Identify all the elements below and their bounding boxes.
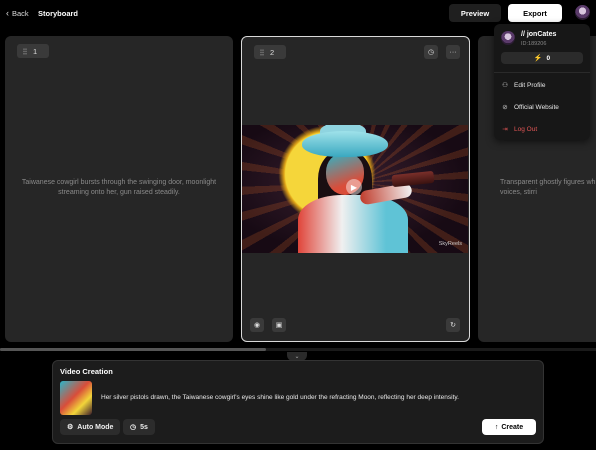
history-button[interactable]: ◷ [424, 45, 438, 59]
back-button[interactable]: ‹ Back [6, 8, 29, 19]
avatar[interactable] [575, 5, 590, 20]
figure-body [298, 195, 408, 253]
storyboard-card-1[interactable]: 1 Taiwanese cowgirl bursts through the s… [5, 36, 233, 342]
user-id: ID:189206 [521, 41, 547, 47]
storyboard-card-2[interactable]: 2 ◷ ··· ▶ SkyReels ◉ ▣ ↻ [241, 36, 470, 342]
eye-icon: ◉ [253, 322, 261, 329]
play-icon[interactable]: ▶ [346, 179, 362, 195]
chevron-left-icon: ‹ [6, 8, 9, 18]
credits-badge[interactable]: ⚡ 0 [501, 52, 583, 64]
auto-mode-icon: ⚙ [67, 424, 74, 431]
duration-button[interactable]: ◷ 5s [123, 419, 155, 435]
logout-icon: ⇥ [502, 126, 508, 133]
panel-title: Video Creation [60, 367, 113, 376]
preview-button[interactable]: Preview [449, 4, 501, 22]
username: // jonCates [521, 31, 557, 38]
menu-item-label: Edit Profile [514, 81, 546, 89]
card-description: Taiwanese cowgirl bursts through the swi… [21, 179, 217, 196]
compass-icon: ⊘ [502, 104, 508, 111]
clock-icon: ◷ [130, 424, 137, 431]
export-button[interactable]: Export [508, 4, 562, 22]
more-icon: ··· [449, 48, 457, 56]
refresh-icon: ↻ [450, 322, 456, 329]
auto-mode-button[interactable]: ⚙ Auto Mode [60, 419, 121, 435]
divider [494, 72, 590, 73]
figure-hat-brim [302, 131, 388, 157]
reference-image-thumbnail[interactable] [60, 381, 92, 415]
history-icon: ◷ [427, 49, 435, 56]
credits-count: 0 [546, 54, 551, 62]
card-number: 2 [270, 47, 275, 57]
page-title: Storyboard [38, 9, 79, 18]
menu-item-label: Official Website [514, 103, 559, 111]
drag-handle-icon[interactable] [260, 48, 264, 56]
profile-dropdown: // jonCates ID:189206 ⚡ 0 ⚇ Edit Profile… [494, 24, 590, 140]
regenerate-button[interactable]: ↻ [446, 318, 460, 332]
avatar [501, 31, 515, 45]
card-number-badge[interactable]: 2 [254, 45, 286, 59]
menu-item-log-out[interactable]: ⇥ Log Out [498, 121, 586, 137]
more-options-button[interactable]: ··· [446, 45, 460, 59]
back-label: Back [12, 9, 29, 18]
video-creation-panel: Video Creation Her silver pistols drawn,… [52, 360, 544, 444]
menu-item-official-website[interactable]: ⊘ Official Website [498, 99, 586, 115]
create-button[interactable]: ↑ Create [482, 419, 536, 435]
card-number: 1 [33, 46, 38, 56]
frame-button[interactable]: ▣ [272, 318, 286, 332]
menu-item-edit-profile[interactable]: ⚇ Edit Profile [498, 77, 586, 93]
generated-video-thumbnail[interactable]: ▶ SkyReels [242, 125, 468, 253]
chevron-down-icon: ⌄ [294, 354, 300, 360]
card-number-badge[interactable]: 1 [17, 44, 49, 58]
prompt-text[interactable]: Her silver pistols drawn, the Taiwanese … [101, 394, 459, 401]
auto-mode-label: Auto Mode [77, 423, 114, 431]
user-icon: ⚇ [502, 82, 508, 89]
card-description: Transparent ghostly figures whispering v… [500, 179, 596, 196]
lightning-icon: ⚡ [533, 55, 543, 62]
drag-handle-icon[interactable] [23, 47, 27, 55]
scrollbar-thumb[interactable] [0, 348, 266, 351]
arrow-up-icon: ↑ [494, 423, 499, 431]
menu-item-label: Log Out [514, 125, 538, 133]
duration-label: 5s [140, 423, 148, 431]
create-label: Create [501, 423, 524, 431]
watermark-label: SkyReels [438, 241, 462, 247]
view-button[interactable]: ◉ [250, 318, 264, 332]
frame-icon: ▣ [275, 322, 283, 329]
